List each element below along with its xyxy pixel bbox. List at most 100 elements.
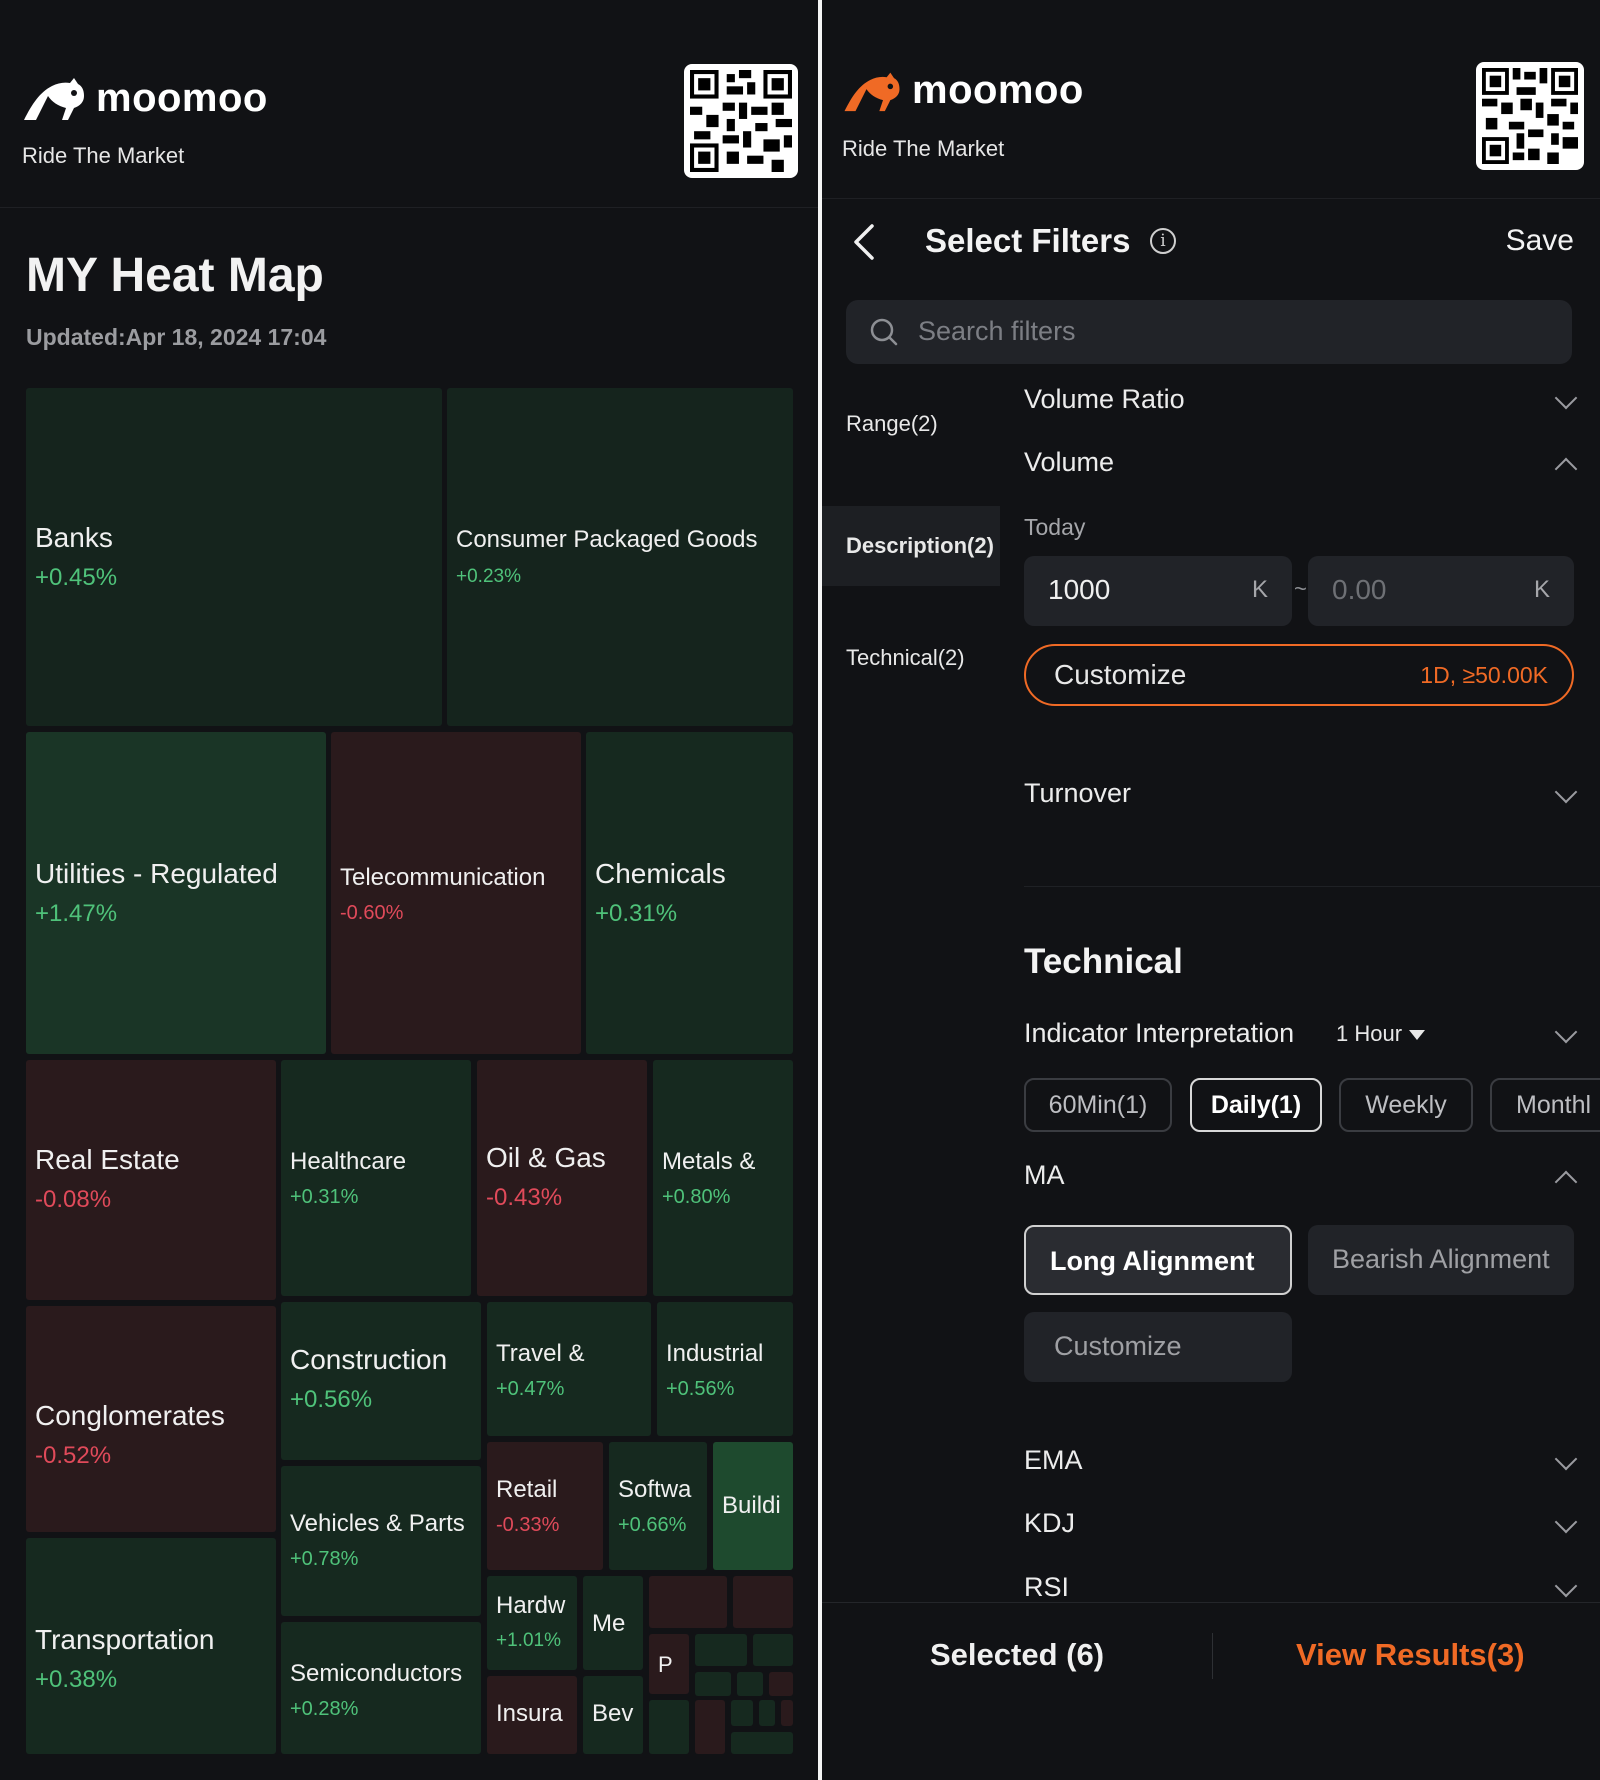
chevron-down-icon <box>1554 1447 1578 1471</box>
heatmap-tile-construction[interactable]: Construction +0.56% <box>281 1302 481 1460</box>
sidebar-item-technical[interactable]: Technical(2) <box>822 618 1000 698</box>
brand-logo: moomoo <box>842 68 1084 113</box>
heatmap-tile-beverages[interactable]: Bev <box>583 1676 643 1754</box>
search-placeholder: Search filters <box>918 316 1076 346</box>
search-input[interactable]: Search filters <box>846 300 1572 364</box>
filter-kdj[interactable]: KDJ <box>1024 1508 1578 1539</box>
range-separator: ~ <box>1294 576 1307 601</box>
chevron-down-icon <box>1554 780 1578 804</box>
heatmap-tile-small-12[interactable] <box>781 1700 793 1726</box>
heatmap-tile-small-8[interactable] <box>649 1700 689 1754</box>
bull-logo-icon <box>24 78 84 120</box>
heatmap-tile-transportation[interactable]: Transportation +0.38% <box>26 1538 276 1754</box>
heatmap-tile-consumer-packaged-goods[interactable]: Consumer Packaged Goods +0.23% <box>447 388 793 726</box>
qr-code-icon <box>1482 68 1578 164</box>
caret-down-icon <box>1409 1030 1425 1040</box>
chevron-down-icon <box>1554 1574 1578 1598</box>
heatmap-tile-real-estate[interactable]: Real Estate -0.08% <box>26 1060 276 1300</box>
period-chip-weekly[interactable]: Weekly <box>1339 1078 1473 1132</box>
volume-customize-button[interactable]: Customize 1D, ≥50.00K <box>1024 644 1574 706</box>
heatmap-tile-p[interactable]: P <box>649 1634 689 1694</box>
updated-timestamp: Updated:Apr 18, 2024 17:04 <box>26 324 327 350</box>
heatmap-tile-utilities-regulated[interactable]: Utilities - Regulated +1.47% <box>26 732 326 1054</box>
heatmap-tile-small-5[interactable] <box>695 1672 731 1696</box>
heatmap-tile-small-9[interactable] <box>695 1700 725 1754</box>
brand-tagline: Ride The Market <box>22 143 185 168</box>
heat-map-panel: moomoo Ride The Market MY Heat Map Updat… <box>0 0 818 1780</box>
bull-logo-icon <box>844 72 900 111</box>
volume-min-input[interactable]: 1000 K <box>1024 556 1292 626</box>
heatmap-tile-retail[interactable]: Retail -0.33% <box>487 1442 603 1570</box>
heatmap-tile-hardware[interactable]: Hardw +1.01% <box>487 1576 577 1670</box>
chevron-down-icon <box>1554 386 1578 410</box>
today-label: Today <box>1024 514 1086 540</box>
bearish-alignment-button[interactable]: Bearish Alignment <box>1308 1225 1574 1295</box>
filter-turnover[interactable]: Turnover <box>1024 778 1578 809</box>
brand-logo: moomoo <box>22 74 268 122</box>
heatmap-tile-chemicals[interactable]: Chemicals +0.31% <box>586 732 793 1054</box>
brand-name: moomoo <box>912 68 1084 112</box>
rsi-label: RSI <box>1024 1572 1070 1602</box>
heatmap-tile-small-10[interactable] <box>731 1700 753 1726</box>
heatmap-tile-conglomerates[interactable]: Conglomerates -0.52% <box>26 1306 276 1532</box>
bottom-action-bar: Selected (6) View Results(3) <box>822 1602 1600 1780</box>
heatmap-tile-telecommunication[interactable]: Telecommunication -0.60% <box>331 732 581 1054</box>
filter-volume[interactable]: Volume <box>1024 447 1578 481</box>
heatmap-tile-metals[interactable]: Metals & +0.80% <box>653 1060 793 1296</box>
heatmap-tile-small-4[interactable] <box>753 1634 793 1666</box>
heatmap-tile-small-6[interactable] <box>737 1672 763 1696</box>
technical-heading: Technical <box>1024 942 1183 981</box>
chevron-down-icon <box>1554 1020 1578 1044</box>
heatmap-tile-small-11[interactable] <box>759 1700 775 1726</box>
filters-panel: moomoo Ride The Market Select Filters Sa… <box>822 0 1600 1780</box>
heatmap-tile-small-2[interactable] <box>733 1576 793 1628</box>
save-button[interactable]: Save <box>1506 224 1574 258</box>
period-chip-daily[interactable]: Daily(1) <box>1190 1078 1322 1132</box>
sidebar-item-description[interactable]: Description(2) <box>822 506 1000 586</box>
chevron-up-icon <box>1554 457 1578 481</box>
heatmap-tile-industrial[interactable]: Industrial +0.56% <box>657 1302 793 1436</box>
heatmap-tile-small-13[interactable] <box>731 1732 793 1754</box>
page-title: MY Heat Map <box>26 249 324 302</box>
period-chip-60min[interactable]: 60Min(1) <box>1024 1078 1172 1132</box>
heatmap-tile-me[interactable]: Me <box>583 1576 643 1670</box>
indicator-period-dropdown[interactable]: 1 Hour <box>1336 1021 1402 1047</box>
heatmap-tile-semiconductors[interactable]: Semiconductors +0.28% <box>281 1622 481 1754</box>
heatmap-tile-software[interactable]: Softwa +0.66% <box>609 1442 707 1570</box>
ema-label: EMA <box>1024 1445 1083 1475</box>
brand-name: moomoo <box>96 75 268 120</box>
filter-rsi[interactable]: RSI <box>1024 1572 1578 1603</box>
brand-tagline: Ride The Market <box>842 136 1005 161</box>
back-arrow-icon[interactable] <box>848 222 880 262</box>
qr-code-icon <box>690 70 792 172</box>
heatmap-tile-small-7[interactable] <box>769 1672 793 1696</box>
select-filters-title: Select Filters <box>925 222 1131 259</box>
filter-ema[interactable]: EMA <box>1024 1445 1578 1476</box>
heatmap-tile-small-1[interactable] <box>649 1576 727 1628</box>
qr-code <box>1476 62 1584 170</box>
ma-customize-button[interactable]: Customize <box>1024 1312 1292 1382</box>
view-results-button[interactable]: View Results(3) <box>1296 1637 1525 1673</box>
period-chip-monthly[interactable]: Monthl <box>1490 1078 1600 1132</box>
heatmap-tile-small-3[interactable] <box>695 1634 747 1666</box>
chevron-down-icon <box>1554 1510 1578 1534</box>
turnover-label: Turnover <box>1024 778 1132 808</box>
heatmap-tile-vehicles-parts[interactable]: Vehicles & Parts +0.78% <box>281 1466 481 1616</box>
heatmap-tile-travel[interactable]: Travel & +0.47% <box>487 1302 651 1436</box>
heatmap-tile-building[interactable]: Buildi <box>713 1442 793 1570</box>
long-alignment-button[interactable]: Long Alignment <box>1024 1225 1292 1295</box>
filter-volume-ratio[interactable]: Volume Ratio <box>1024 384 1578 415</box>
filter-indicator-interpretation[interactable]: Indicator Interpretation 1 Hour <box>1024 1018 1578 1049</box>
kdj-label: KDJ <box>1024 1508 1076 1538</box>
info-icon[interactable] <box>1150 228 1176 254</box>
heatmap-tile-oil-gas[interactable]: Oil & Gas -0.43% <box>477 1060 647 1296</box>
section-divider <box>1024 886 1600 887</box>
volume-max-input[interactable]: 0.00 K <box>1308 556 1574 626</box>
selected-count-button[interactable]: Selected (6) <box>930 1637 1104 1673</box>
heatmap-tile-healthcare[interactable]: Healthcare +0.31% <box>281 1060 471 1296</box>
sidebar-item-range[interactable]: Range(2) <box>822 384 1000 464</box>
search-icon <box>870 318 898 346</box>
filter-ma[interactable]: MA <box>1024 1160 1578 1194</box>
heatmap-tile-banks[interactable]: Banks +0.45% <box>26 388 442 726</box>
heatmap-tile-insurance[interactable]: Insura <box>487 1676 577 1754</box>
